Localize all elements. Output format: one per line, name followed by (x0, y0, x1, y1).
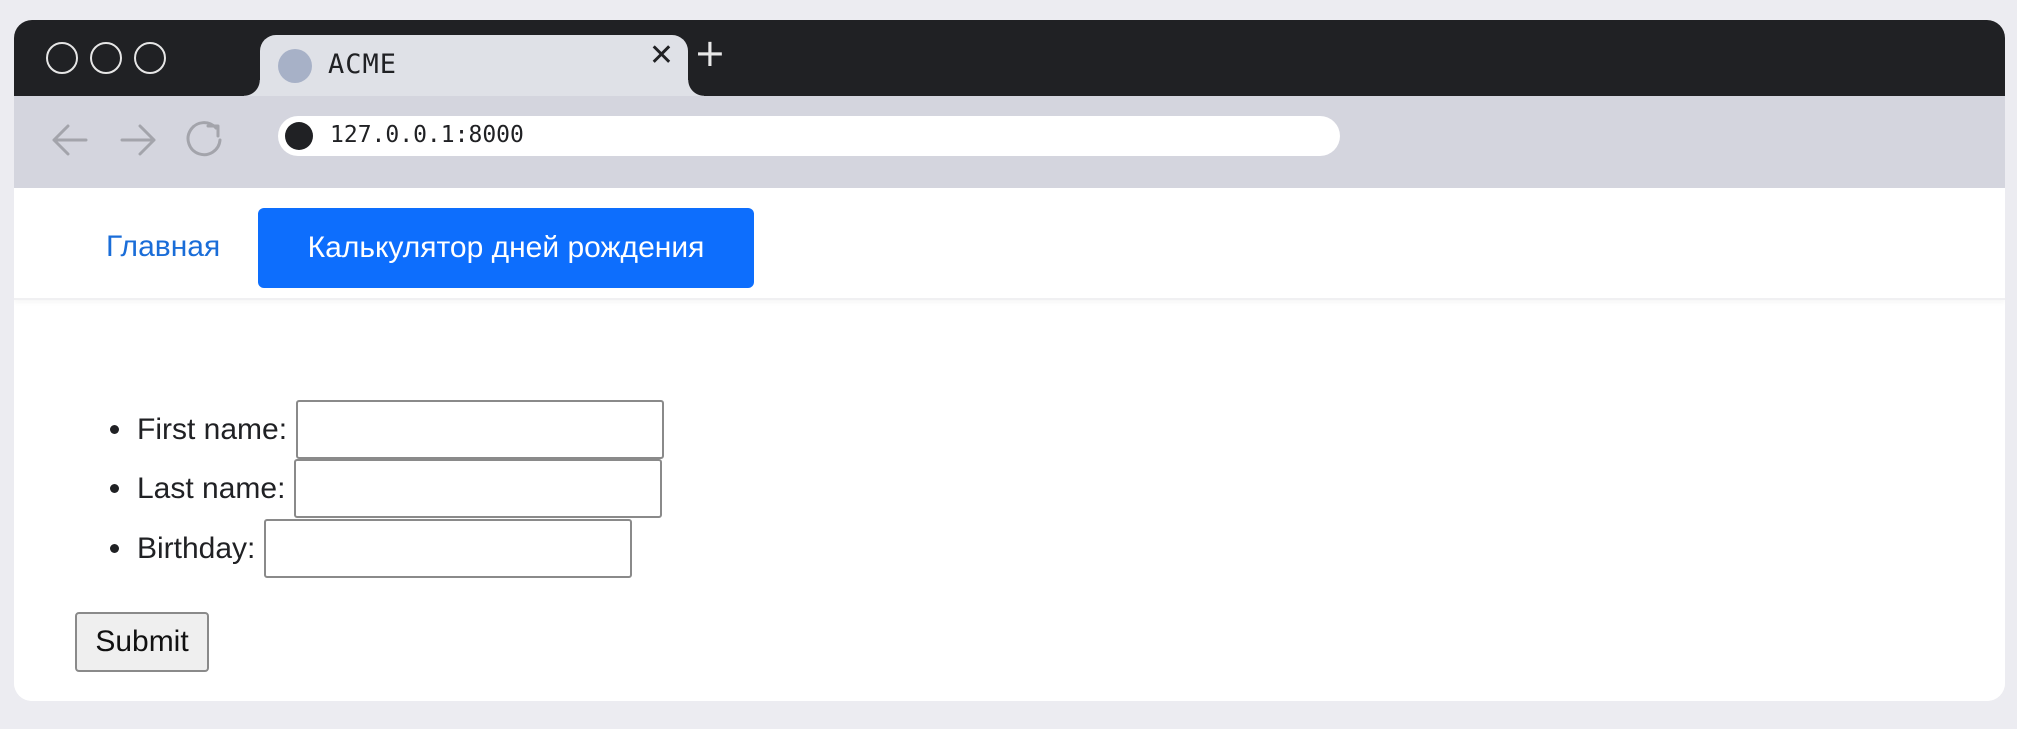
back-arrow-icon[interactable] (44, 114, 96, 166)
nav-link-home[interactable]: Главная (106, 230, 220, 264)
browser-window: ACME ✕ + 127.0.0.1:8000 Главная Калькуля… (14, 20, 2005, 701)
site-info-icon[interactable] (285, 122, 313, 150)
browser-tab[interactable]: ACME ✕ (244, 35, 704, 96)
reload-icon[interactable] (178, 114, 230, 166)
bullet-icon (110, 484, 119, 493)
last-name-label: Last name: (137, 471, 286, 505)
bullet-icon (110, 544, 119, 553)
forward-arrow-icon[interactable] (112, 114, 164, 166)
web-page: Главная Калькулятор дней рождения First … (14, 188, 2005, 701)
list-item: Birthday: (110, 519, 633, 578)
tab-close-icon[interactable]: ✕ (649, 41, 674, 71)
window-maximize-control[interactable] (134, 42, 166, 74)
first-name-label: First name: (137, 412, 288, 446)
last-name-input[interactable] (294, 459, 663, 518)
new-tab-icon[interactable]: + (694, 34, 726, 72)
nav-link-birthday-calculator[interactable]: Калькулятор дней рождения (258, 208, 754, 288)
browser-toolbar: 127.0.0.1:8000 (14, 96, 2005, 188)
window-close-control[interactable] (46, 42, 78, 74)
birthday-input[interactable] (264, 519, 633, 578)
site-navbar: Главная Калькулятор дней рождения (14, 188, 2005, 300)
bullet-icon (110, 425, 119, 434)
tab-title: ACME (328, 49, 398, 80)
window-minimize-control[interactable] (90, 42, 122, 74)
favicon-icon (278, 49, 312, 83)
submit-button[interactable]: Submit (75, 612, 209, 672)
list-item: First name: (110, 400, 665, 459)
address-bar[interactable]: 127.0.0.1:8000 (278, 116, 1340, 156)
birthday-label: Birthday: (137, 531, 256, 565)
list-item: Last name: (110, 459, 663, 518)
first-name-input[interactable] (296, 400, 665, 459)
browser-titlebar: ACME ✕ + (14, 20, 2005, 96)
url-text[interactable]: 127.0.0.1:8000 (330, 122, 524, 148)
